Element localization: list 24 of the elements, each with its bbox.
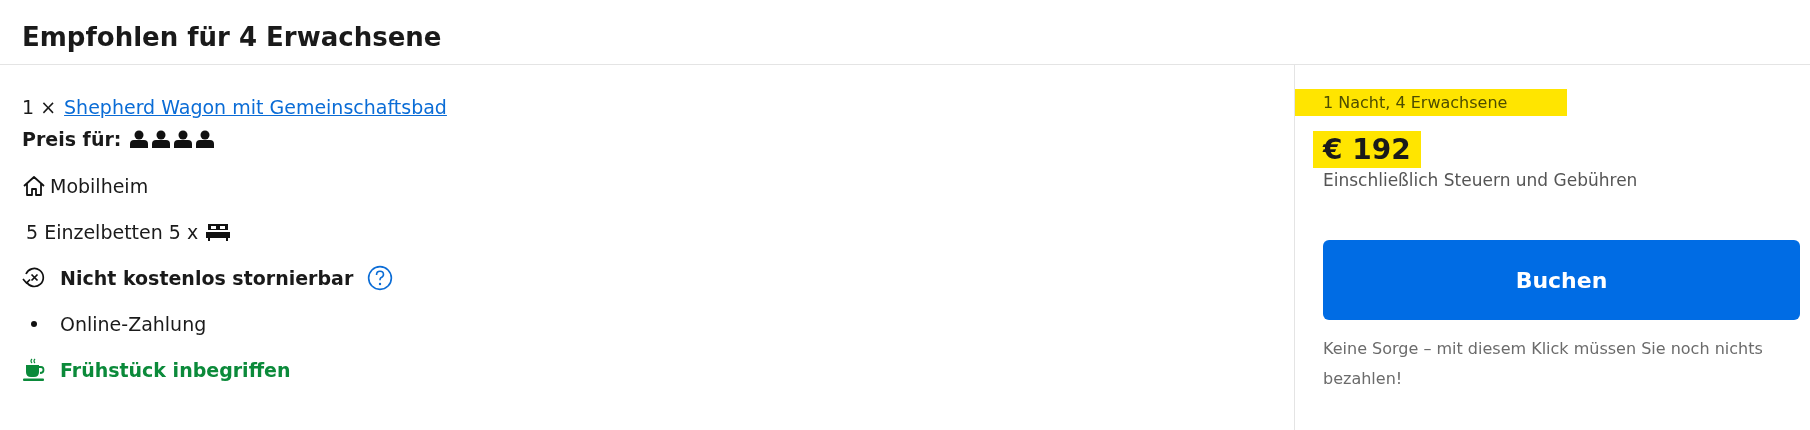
feature-text: Mobilheim (50, 175, 149, 197)
room-quantity: 1 × (22, 96, 57, 118)
cancel-clock-icon (22, 266, 46, 290)
price-for-label: Preis für: (22, 128, 122, 150)
feature-text: 5 Einzelbetten 5 x (26, 221, 199, 243)
house-icon (22, 174, 46, 198)
person-icon (173, 130, 194, 148)
person-icon (151, 130, 172, 148)
room-link[interactable]: Shepherd Wagon mit Gemeinschaftsbad (64, 96, 447, 118)
coffee-cup-icon (22, 358, 46, 382)
section-heading: Empfohlen für 4 Erwachsene (0, 0, 1810, 65)
help-icon[interactable] (367, 265, 394, 291)
feature-text: Online-Zahlung (60, 313, 207, 335)
person-icon (195, 130, 216, 148)
feature-text: Frühstück inbegriffen (60, 359, 291, 381)
person-icon (129, 130, 150, 148)
feature-text: Nicht kostenlos stornierbar (60, 267, 354, 289)
bullet-icon (31, 321, 37, 327)
tax-note: Einschließlich Steuern und Gebühren (1322, 170, 1639, 190)
bed-icon (204, 222, 233, 242)
book-button[interactable]: Buchen (1323, 240, 1800, 320)
total-price: € 192 (1313, 131, 1421, 168)
stay-summary: 1 Nacht, 4 Erwachsene (1295, 89, 1568, 116)
reassurance-text: Keine Sorge – mit diesem Klick müssen Sie noch nichts bezahlen! (1323, 338, 1764, 390)
